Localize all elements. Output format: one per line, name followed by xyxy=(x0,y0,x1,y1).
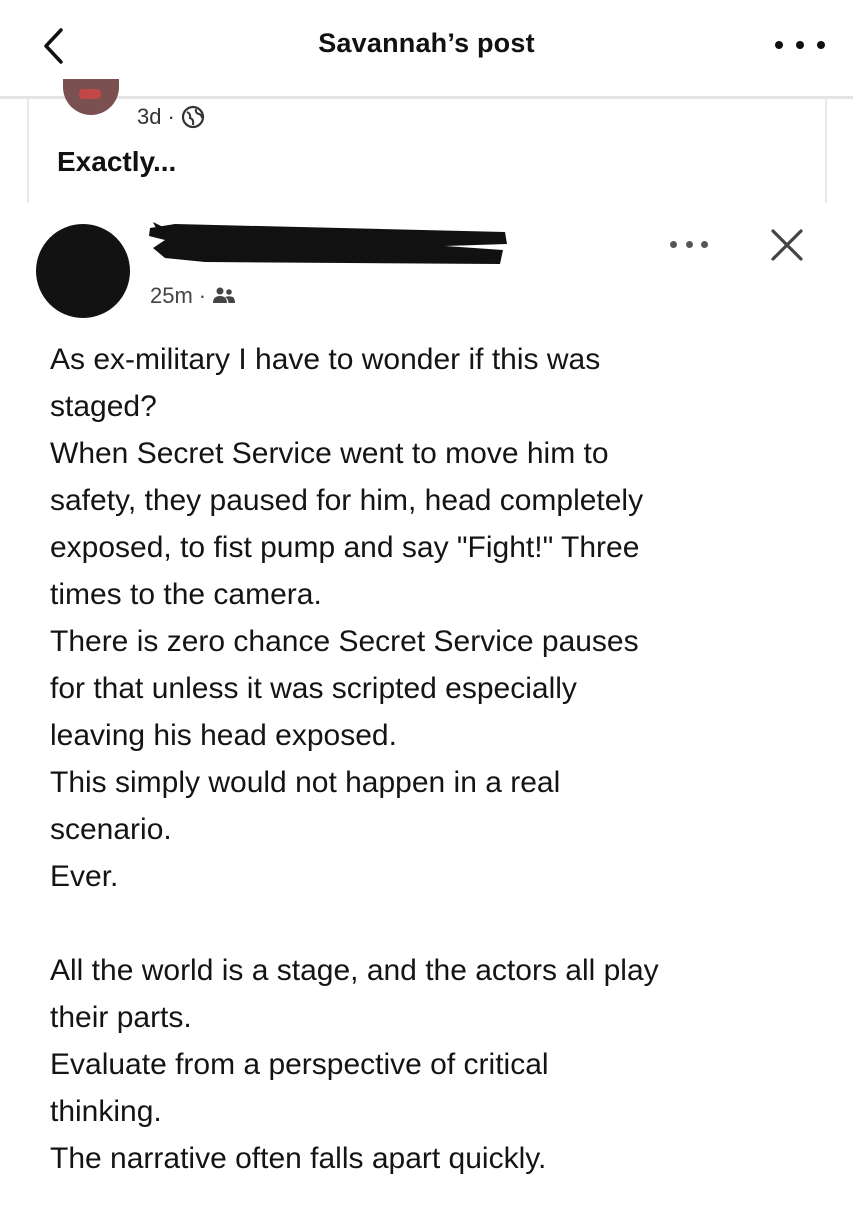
shared-post-meta: 3d · xyxy=(137,104,205,130)
more-horizontal-icon-dot xyxy=(701,240,708,248)
shared-post-time: 3d xyxy=(137,104,162,129)
comment-text-line: leaving his head exposed. xyxy=(50,719,397,752)
shared-post-avatar xyxy=(63,79,119,115)
comment-text: As ex-military I have to wonder if this … xyxy=(50,336,830,1182)
comment-text-line: their parts. xyxy=(50,1001,192,1034)
comment-text-line: scenario. xyxy=(50,813,172,846)
more-horizontal-icon-dot xyxy=(817,41,825,49)
more-horizontal-icon xyxy=(775,41,783,49)
meta-separator: · xyxy=(198,283,207,308)
comment-text-line: times to the camera. xyxy=(50,578,322,611)
comment-text-line: This simply would not happen in a real xyxy=(50,766,561,799)
comment-text-line: safety, they paused for him, head comple… xyxy=(50,484,644,517)
redacted-author-name xyxy=(149,222,507,264)
top-nav-bar: Savannah’s post xyxy=(0,0,853,96)
shared-post-text: Exactly... xyxy=(57,146,177,177)
comment-more-button[interactable] xyxy=(670,234,708,254)
avatar[interactable] xyxy=(36,224,130,318)
comment-time: 25m xyxy=(150,283,193,308)
more-horizontal-icon-dot xyxy=(685,240,693,248)
more-horizontal-icon xyxy=(670,240,677,248)
close-icon xyxy=(771,229,803,261)
more-options-button[interactable] xyxy=(775,30,825,60)
comment-text-line: staged? xyxy=(50,390,157,423)
comment-text-line: for that unless it was scripted especial… xyxy=(50,672,577,705)
shared-post-card[interactable]: 3d · Exactly... xyxy=(27,79,827,203)
comment-text-line: Evaluate from a perspective of critical xyxy=(50,1048,549,1081)
comment-text-line: The narrative often falls apart quickly. xyxy=(50,1142,547,1175)
comment-text-line: There is zero chance Secret Service paus… xyxy=(50,625,639,658)
page-title: Savannah’s post xyxy=(318,28,535,58)
more-horizontal-icon-dot xyxy=(796,41,804,49)
meta-separator: · xyxy=(167,104,175,129)
comment-text-line: Ever. xyxy=(50,860,119,893)
comment-text-line: exposed, to fist pump and say "Fight!" T… xyxy=(50,531,640,564)
close-button[interactable] xyxy=(765,223,809,267)
comment-text-line: When Secret Service went to move him to xyxy=(50,437,609,470)
globe-icon xyxy=(181,105,204,129)
comment-meta: 25m · xyxy=(150,283,236,309)
comment-text-line: As ex-military I have to wonder if this … xyxy=(50,343,601,376)
comment-text-line: All the world is a stage, and the actors… xyxy=(50,954,659,987)
comment-text-line: thinking. xyxy=(50,1095,162,1128)
friends-icon xyxy=(213,287,236,303)
